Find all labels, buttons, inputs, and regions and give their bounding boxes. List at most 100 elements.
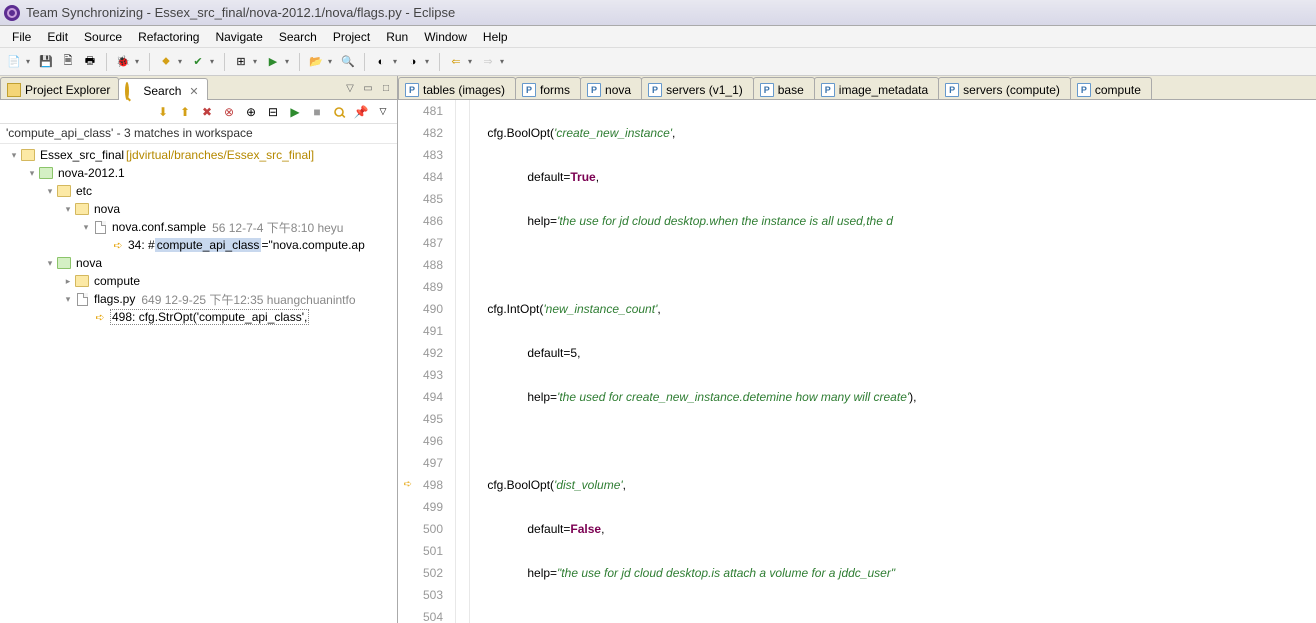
tree-meta: 56 12-7-4 下午8:10 heyu bbox=[212, 219, 343, 236]
menu-source[interactable]: Source bbox=[76, 28, 130, 46]
run-checked-button[interactable]: ✔ bbox=[188, 52, 208, 72]
open-type-button[interactable]: 📂 bbox=[306, 52, 326, 72]
twisty-icon[interactable]: ▸ bbox=[62, 276, 74, 287]
next-annotation-button[interactable]: ◑ bbox=[403, 52, 423, 72]
tree-meta: 649 12-9-25 下午12:35 huangchuanintfo bbox=[141, 291, 355, 308]
debug-button[interactable]: 🐞 bbox=[113, 52, 133, 72]
menu-run[interactable]: Run bbox=[378, 28, 416, 46]
tab-label: servers (v1_1) bbox=[666, 83, 743, 97]
print-button[interactable]: 🖶 bbox=[80, 52, 100, 72]
folder-icon bbox=[74, 273, 90, 289]
tab-label: image_metadata bbox=[839, 83, 928, 97]
tab-label: tables (images) bbox=[423, 83, 505, 97]
view-menu-icon[interactable]: ▽ bbox=[343, 81, 357, 95]
prev-annotation-button[interactable]: ◐ bbox=[371, 52, 391, 72]
tree-folder-nova[interactable]: ▾ nova bbox=[0, 254, 397, 272]
folder-icon bbox=[38, 165, 54, 181]
next-match-icon[interactable]: ⬇ bbox=[155, 104, 171, 120]
tab-label: Project Explorer bbox=[25, 83, 110, 97]
editor-tab[interactable]: Pcompute bbox=[1070, 77, 1152, 99]
maximize-icon[interactable]: □ bbox=[379, 81, 393, 95]
file-icon bbox=[92, 219, 108, 235]
match-text: compute_api_class bbox=[155, 238, 262, 252]
editor-tab[interactable]: Pforms bbox=[515, 77, 581, 99]
python-icon: P bbox=[1077, 83, 1091, 97]
menu-project[interactable]: Project bbox=[325, 28, 378, 46]
tree-folder-etc[interactable]: ▾ etc bbox=[0, 182, 397, 200]
code-editor[interactable]: 481482483484 485486487488 489490491492 4… bbox=[398, 100, 1316, 623]
tree-folder-nova2012[interactable]: ▾ nova-2012.1 bbox=[0, 164, 397, 182]
twisty-icon[interactable]: ▾ bbox=[62, 294, 74, 305]
tab-project-explorer[interactable]: Project Explorer bbox=[0, 77, 119, 99]
history-icon[interactable] bbox=[331, 104, 347, 120]
debug-dropdown[interactable]: ▾ bbox=[135, 57, 143, 66]
menu-edit[interactable]: Edit bbox=[39, 28, 76, 46]
twisty-icon[interactable]: ▾ bbox=[26, 168, 38, 179]
editor-tab[interactable]: Pbase bbox=[753, 77, 815, 99]
prev-match-icon[interactable]: ⬆ bbox=[177, 104, 193, 120]
tree-file-confsample[interactable]: ▾ nova.conf.sample 56 12-7-4 下午8:10 heyu bbox=[0, 218, 397, 236]
new-button[interactable]: 📄 bbox=[4, 52, 24, 72]
editor-tab[interactable]: Pservers (v1_1) bbox=[641, 77, 754, 99]
menu-navigate[interactable]: Navigate bbox=[207, 28, 270, 46]
python-file-icon bbox=[74, 291, 90, 307]
menu-search[interactable]: Search bbox=[271, 28, 325, 46]
tree-match-line-selected[interactable]: ➪ 498: cfg.StrOpt('compute_api_class', bbox=[0, 308, 397, 326]
save-all-button[interactable]: 🗎 bbox=[58, 52, 78, 72]
tree-label: etc bbox=[74, 184, 94, 198]
code-content[interactable]: cfg.BoolOpt('create_new_instance', defau… bbox=[470, 100, 1316, 623]
tree-file-flags[interactable]: ▾ flags.py 649 12-9-25 下午12:35 huangchua… bbox=[0, 290, 397, 308]
new-package-dropdown[interactable]: ▾ bbox=[178, 57, 186, 66]
toggle-button[interactable]: ⊞ bbox=[231, 52, 251, 72]
close-icon[interactable]: ✕ bbox=[189, 85, 198, 98]
python-icon: P bbox=[648, 83, 662, 97]
match-arrow-icon: ➪ bbox=[92, 309, 108, 325]
search-button[interactable]: 🔍 bbox=[338, 52, 358, 72]
editor-tab[interactable]: Pservers (compute) bbox=[938, 77, 1071, 99]
twisty-icon[interactable]: ▾ bbox=[8, 150, 20, 161]
match-suffix: ="nova.compute.ap bbox=[261, 238, 364, 252]
new-dropdown[interactable]: ▾ bbox=[26, 57, 34, 66]
menu-file[interactable]: File bbox=[4, 28, 39, 46]
pin-icon[interactable]: 📌 bbox=[353, 104, 369, 120]
tree-project-root[interactable]: ▾ Essex_src_final [jdvirtual/branches/Es… bbox=[0, 146, 397, 164]
save-button[interactable]: 💾 bbox=[36, 52, 56, 72]
coverage-button[interactable]: ▶ bbox=[263, 52, 283, 72]
folder-icon bbox=[56, 255, 72, 271]
python-icon: P bbox=[821, 83, 835, 97]
stop-icon[interactable]: ■ bbox=[309, 104, 325, 120]
editor-tab[interactable]: Ptables (images) bbox=[398, 77, 516, 99]
menu-window[interactable]: Window bbox=[416, 28, 475, 46]
tree-folder-etc-nova[interactable]: ▾ nova bbox=[0, 200, 397, 218]
twisty-icon[interactable]: ▾ bbox=[80, 222, 92, 233]
remove-match-icon[interactable]: ✖ bbox=[199, 104, 215, 120]
forward-button[interactable]: ⇒ bbox=[478, 52, 498, 72]
tree-folder-compute[interactable]: ▸ compute bbox=[0, 272, 397, 290]
new-package-button[interactable]: ⬥ bbox=[156, 52, 176, 72]
editor-tab[interactable]: Pnova bbox=[580, 77, 642, 99]
twisty-icon[interactable]: ▾ bbox=[44, 186, 56, 197]
back-button[interactable]: ⇐ bbox=[446, 52, 466, 72]
folder-icon bbox=[56, 183, 72, 199]
menu-help[interactable]: Help bbox=[475, 28, 516, 46]
tab-search[interactable]: Search ✕ bbox=[118, 78, 207, 100]
tree-match-line[interactable]: ➪ 34: # compute_api_class="nova.compute.… bbox=[0, 236, 397, 254]
tree-label: flags.py bbox=[92, 292, 137, 306]
minimize-icon[interactable]: ▭ bbox=[361, 81, 375, 95]
search-match-marker-icon: ➪ bbox=[400, 474, 412, 486]
folder-icon bbox=[74, 201, 90, 217]
python-icon: P bbox=[587, 83, 601, 97]
expand-all-icon[interactable]: ⊕ bbox=[243, 104, 259, 120]
editor-tab[interactable]: Pimage_metadata bbox=[814, 77, 939, 99]
twisty-icon[interactable]: ▾ bbox=[44, 258, 56, 269]
fold-column[interactable] bbox=[456, 100, 470, 623]
tab-label: base bbox=[778, 83, 804, 97]
rerun-icon[interactable]: ▶ bbox=[287, 104, 303, 120]
view-menu-dropdown-icon[interactable]: ▽ bbox=[375, 104, 391, 120]
collapse-all-icon[interactable]: ⊟ bbox=[265, 104, 281, 120]
menu-refactoring[interactable]: Refactoring bbox=[130, 28, 207, 46]
view-tab-bar: Project Explorer Search ✕ ▽ ▭ □ bbox=[0, 76, 397, 100]
remove-all-icon[interactable]: ⊗ bbox=[221, 104, 237, 120]
twisty-icon[interactable]: ▾ bbox=[62, 204, 74, 215]
search-results-tree[interactable]: ▾ Essex_src_final [jdvirtual/branches/Es… bbox=[0, 144, 397, 623]
